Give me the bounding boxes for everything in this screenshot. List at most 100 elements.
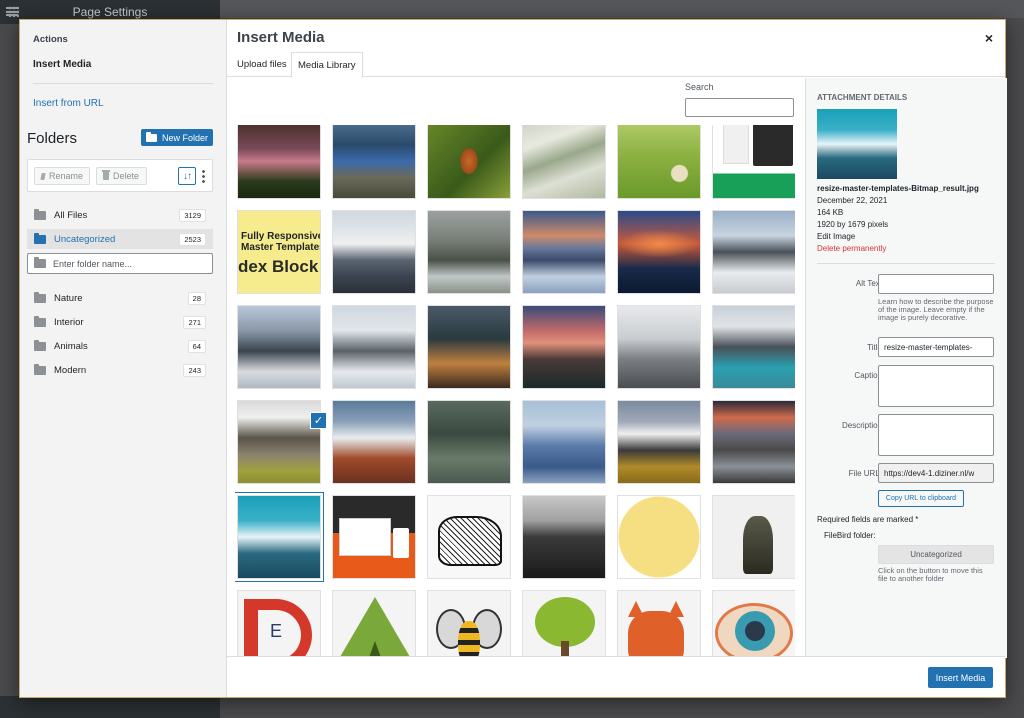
media-thumbnail[interactable] xyxy=(427,495,511,579)
background-editor-area xyxy=(220,0,1024,18)
media-thumbnail[interactable] xyxy=(712,590,795,658)
media-thumbnail[interactable] xyxy=(522,210,606,294)
folder-count: 3129 xyxy=(179,208,206,222)
folders-heading: Folders xyxy=(27,130,78,147)
media-thumbnail[interactable] xyxy=(427,305,511,389)
folder-count: 64 xyxy=(187,339,206,353)
folder-count: 243 xyxy=(183,363,206,377)
insert-media-action[interactable]: Insert Media xyxy=(33,59,91,70)
folder-icon xyxy=(34,291,46,303)
title-field[interactable]: resize-master-templates- xyxy=(878,337,994,357)
new-folder-name-field[interactable] xyxy=(27,253,213,274)
media-thumbnail[interactable] xyxy=(427,400,511,484)
media-thumbnail[interactable] xyxy=(427,125,511,199)
file-url-field[interactable]: https://dev4-1.diziner.nl/w xyxy=(878,463,994,483)
media-thumbnail[interactable] xyxy=(237,125,321,199)
more-options-icon[interactable] xyxy=(202,169,205,183)
media-thumbnail[interactable] xyxy=(427,210,511,294)
folder-label: All Files xyxy=(54,209,88,221)
folder-item-all-files[interactable]: All Files 3129 xyxy=(27,205,213,225)
description-field[interactable] xyxy=(878,414,994,456)
folder-item-nature[interactable]: Nature 28 xyxy=(27,288,213,308)
attachment-date: December 22, 2021 xyxy=(817,196,888,205)
caption-field[interactable] xyxy=(878,365,994,407)
folder-label: Modern xyxy=(54,364,87,376)
new-folder-icon xyxy=(34,257,46,268)
thumbnail-text: E xyxy=(270,621,283,641)
attachments-browser: Search Fully Responsive Master Templates… xyxy=(227,78,805,658)
media-thumbnail[interactable]: E xyxy=(237,590,321,658)
media-thumbnail[interactable]: Fully Responsive Master Templates dex Bl… xyxy=(237,210,321,294)
edit-image-link[interactable]: Edit Image xyxy=(817,232,855,241)
sort-button[interactable]: ↓↑ xyxy=(178,167,196,185)
media-thumbnail[interactable] xyxy=(522,400,606,484)
folder-plus-icon xyxy=(145,131,157,142)
folder-item-animals[interactable]: Animals 64 xyxy=(27,336,213,356)
media-thumbnail[interactable] xyxy=(617,590,701,658)
selected-check-icon[interactable]: ✓ xyxy=(310,412,327,429)
media-thumbnail[interactable] xyxy=(712,305,795,389)
attachment-dimensions: 1920 by 1679 pixels xyxy=(817,220,889,229)
thumbnail-text: Master Templates xyxy=(241,242,321,253)
folder-label: Nature xyxy=(54,292,83,304)
media-thumbnail[interactable] xyxy=(332,305,416,389)
media-thumbnail[interactable] xyxy=(522,125,606,199)
rename-button[interactable]: Rename xyxy=(34,167,90,185)
media-thumbnail[interactable] xyxy=(617,400,701,484)
folder-item-uncategorized[interactable]: Uncategorized 2523 xyxy=(27,229,213,249)
filebird-folder-button[interactable]: Uncategorized xyxy=(878,545,994,564)
media-thumbnail[interactable] xyxy=(522,590,606,658)
alt-text-help: Learn how to describe the purpose of the… xyxy=(878,297,994,322)
media-thumbnail[interactable] xyxy=(522,495,606,579)
media-toolbar-footer: Insert Media xyxy=(227,656,1005,697)
modal-title: Insert Media xyxy=(237,29,325,46)
tab-media-library[interactable]: Media Library xyxy=(291,52,363,78)
media-thumbnail[interactable] xyxy=(617,125,701,199)
media-thumbnail[interactable] xyxy=(332,400,416,484)
media-thumbnail[interactable] xyxy=(427,590,511,658)
search-input[interactable] xyxy=(685,98,794,117)
file-url-label: File URL: xyxy=(848,469,882,478)
media-thumbnail[interactable] xyxy=(332,210,416,294)
media-thumbnail[interactable] xyxy=(332,590,416,658)
close-icon[interactable]: × xyxy=(985,30,993,46)
media-thumbnail[interactable] xyxy=(712,495,795,579)
media-thumbnail[interactable] xyxy=(237,305,321,389)
all-files-icon xyxy=(34,208,46,220)
actions-heading: Actions xyxy=(33,34,68,45)
media-thumbnail[interactable] xyxy=(712,210,795,294)
media-thumbnail[interactable] xyxy=(332,495,416,579)
uncategorized-folder-icon xyxy=(34,232,46,244)
folder-label: Interior xyxy=(54,316,84,328)
media-thumbnail[interactable] xyxy=(712,400,795,484)
folder-item-modern[interactable]: Modern 243 xyxy=(27,360,213,380)
folder-name-input[interactable] xyxy=(53,258,203,269)
media-thumbnail[interactable] xyxy=(617,495,701,579)
folder-item-interior[interactable]: Interior 271 xyxy=(27,312,213,332)
copy-url-button[interactable]: Copy URL to clipboard xyxy=(878,490,964,507)
divider xyxy=(33,83,213,84)
media-sidebar: Actions Insert Media Insert from URL Fol… xyxy=(20,20,227,697)
attachment-details-panel: ATTACHMENT DETAILS resize-master-templat… xyxy=(805,78,1007,658)
media-thumbnail[interactable] xyxy=(712,125,795,199)
folder-icon xyxy=(34,315,46,327)
alt-text-field[interactable] xyxy=(878,274,994,294)
delete-permanently-link[interactable]: Delete permanently xyxy=(817,244,886,253)
thumbnail-text: dex Block xyxy=(238,257,319,276)
folder-toolbar: Rename Delete ↓↑ xyxy=(27,159,213,192)
insert-from-url-link[interactable]: Insert from URL xyxy=(33,98,104,109)
media-thumbnail[interactable] xyxy=(617,210,701,294)
media-thumbnail-selected[interactable] xyxy=(235,493,323,581)
description-label: Description xyxy=(841,421,882,430)
media-thumbnail[interactable] xyxy=(522,305,606,389)
delete-button[interactable]: Delete xyxy=(96,167,147,185)
background-editor-bottombar xyxy=(0,696,220,718)
media-thumbnail[interactable] xyxy=(617,305,701,389)
folder-count: 28 xyxy=(187,291,206,305)
insert-media-button[interactable]: Insert Media xyxy=(928,667,993,688)
media-thumbnail[interactable] xyxy=(332,125,416,199)
rename-icon xyxy=(40,172,46,180)
new-folder-button[interactable]: New Folder xyxy=(141,129,213,146)
tab-upload-files[interactable]: Upload files xyxy=(231,52,293,77)
media-thumbnail[interactable] xyxy=(237,400,321,484)
